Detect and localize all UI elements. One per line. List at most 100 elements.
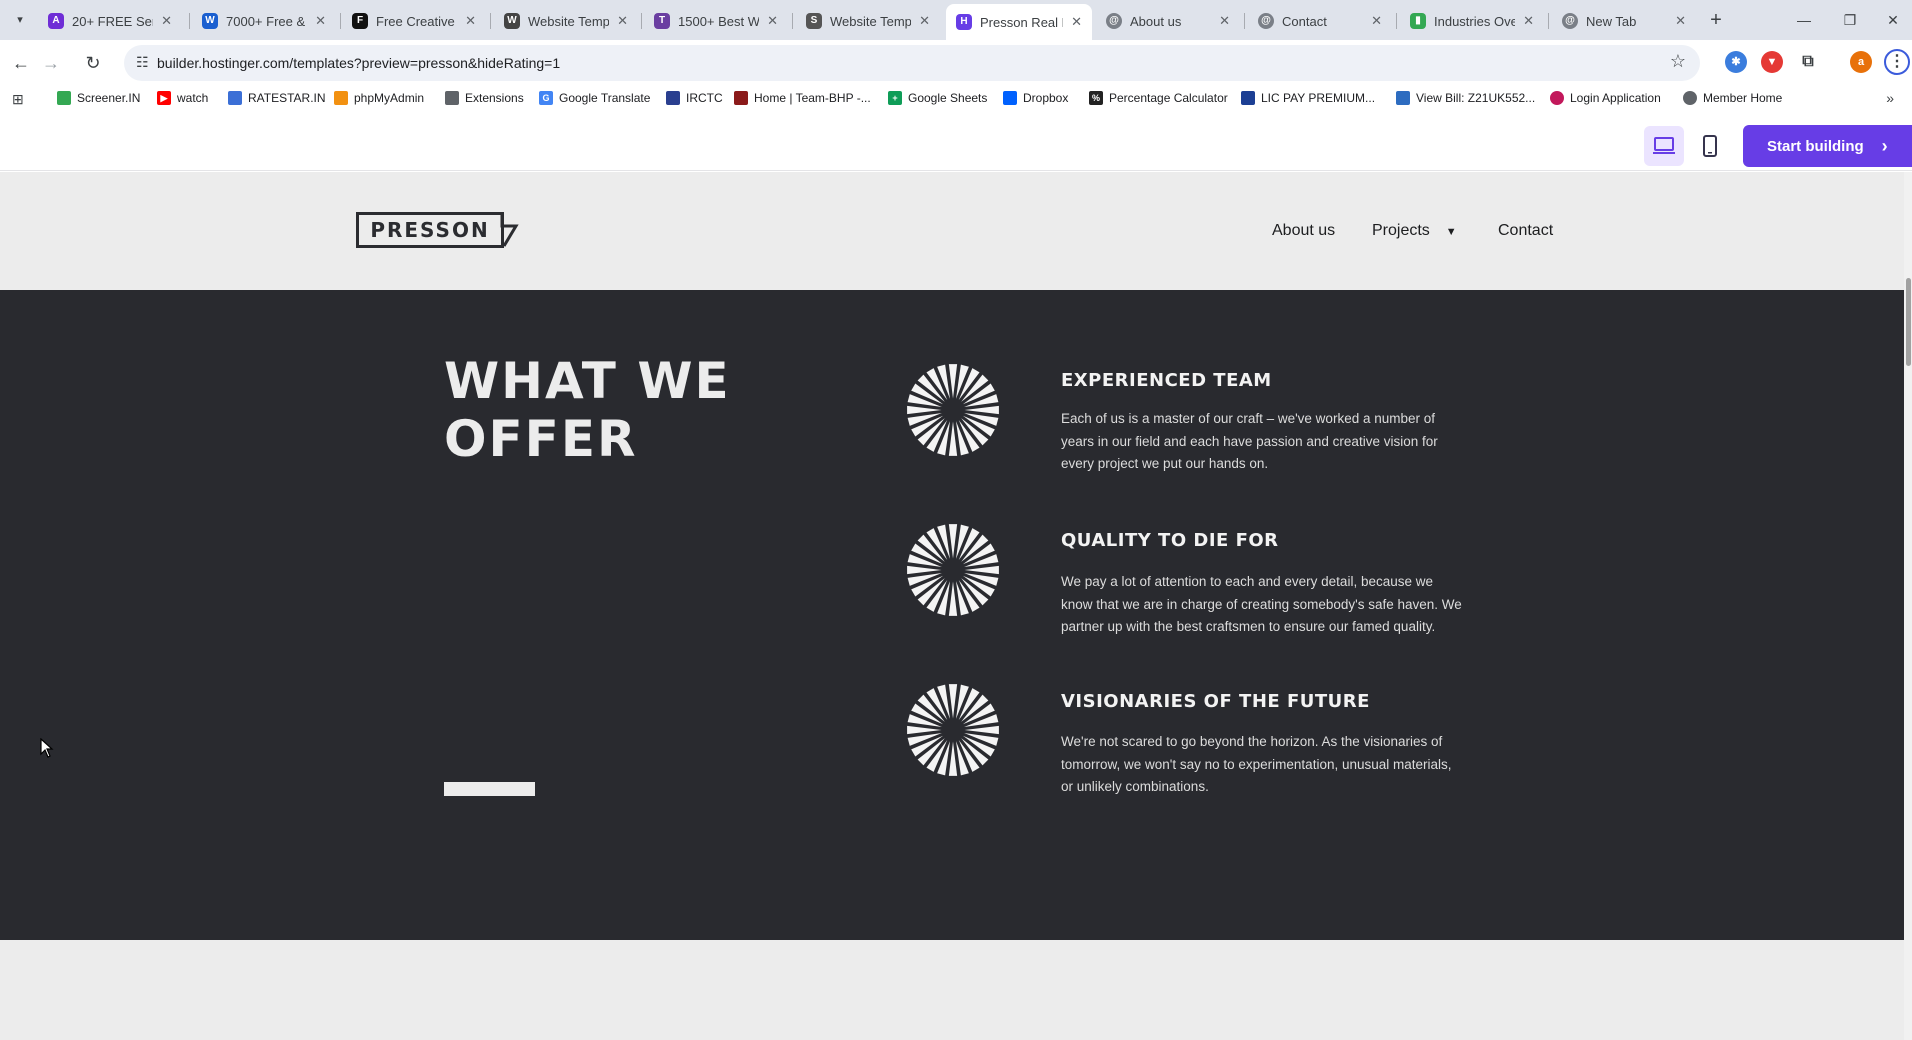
- decorative-bar: [444, 782, 535, 796]
- bookmark-item[interactable]: RATESTAR.IN: [228, 91, 326, 105]
- url-text[interactable]: builder.hostinger.com/templates?preview=…: [157, 55, 560, 71]
- address-bar[interactable]: ☷ builder.hostinger.com/templates?previe…: [124, 45, 1700, 81]
- tab[interactable]: S Website Templ ✕: [796, 6, 940, 36]
- browser-toolbar: ← → ↻ ☷ builder.hostinger.com/templates?…: [0, 40, 1912, 86]
- nav-projects[interactable]: Projects ▼: [1372, 222, 1457, 240]
- bookmark-icon: [734, 91, 748, 105]
- bookmark-icon: [1396, 91, 1410, 105]
- bookmark-item[interactable]: IRCTC: [666, 91, 723, 105]
- bookmark-item[interactable]: Member Home: [1683, 91, 1782, 105]
- tab[interactable]: W Website Templ ✕: [494, 6, 638, 36]
- tab-favicon-icon: A: [48, 13, 64, 29]
- shield-extension-icon[interactable]: ▼: [1761, 51, 1783, 73]
- close-icon[interactable]: ✕: [1371, 13, 1382, 29]
- preview-toolbar: Start building ›: [0, 114, 1912, 171]
- tab[interactable]: @ New Tab ✕: [1552, 6, 1696, 36]
- feature-title: QUALITY TO DIE FOR: [1061, 530, 1279, 551]
- bookmark-item[interactable]: G Google Translate: [539, 91, 650, 105]
- restore-icon[interactable]: ❐: [1835, 8, 1865, 32]
- globe-icon: @: [1258, 13, 1274, 29]
- tab[interactable]: @ About us ✕: [1096, 6, 1240, 36]
- scrollbar-thumb[interactable]: [1906, 278, 1911, 366]
- tab-title: 7000+ Free & F: [226, 13, 307, 29]
- tab-title: 20+ FREE Servi: [72, 13, 153, 29]
- bookmarks-overflow-icon[interactable]: »: [1886, 90, 1894, 106]
- bookmark-item[interactable]: % Percentage Calculator: [1089, 91, 1228, 105]
- bookmark-icon: [57, 91, 71, 105]
- feature-text: We pay a lot of attention to each and ev…: [1061, 574, 1462, 634]
- close-icon[interactable]: ✕: [315, 13, 326, 29]
- tab[interactable]: @ Contact ✕: [1248, 6, 1392, 36]
- feature-title: VISIONARIES OF THE FUTURE: [1061, 691, 1370, 712]
- mobile-view-button[interactable]: [1690, 126, 1730, 166]
- tab[interactable]: A 20+ FREE Servi ✕: [38, 6, 182, 36]
- start-building-label: Start building: [1767, 137, 1864, 155]
- bookmark-item[interactable]: Screener.IN: [57, 91, 140, 105]
- close-icon[interactable]: ✕: [1675, 13, 1686, 29]
- nav-contact[interactable]: Contact: [1498, 222, 1553, 240]
- presson-logo[interactable]: PRESSON: [356, 212, 519, 250]
- tab-title: Free Creative W: [376, 13, 457, 29]
- extensions-puzzle-icon[interactable]: ⧉: [1797, 51, 1819, 73]
- nav-projects-label: Projects: [1372, 222, 1430, 239]
- desktop-icon: [1653, 137, 1675, 154]
- tab-favicon-icon: W: [202, 13, 218, 29]
- close-icon[interactable]: ✕: [1523, 13, 1534, 29]
- translate-icon: G: [539, 91, 553, 105]
- tab-favicon-icon: S: [806, 13, 822, 29]
- tab-title: Contact: [1282, 13, 1327, 29]
- reload-icon[interactable]: ↻: [80, 50, 106, 76]
- close-icon[interactable]: ✕: [1071, 14, 1082, 30]
- bookmark-item[interactable]: View Bill: Z21UK552...: [1396, 91, 1535, 105]
- minimize-icon[interactable]: —: [1789, 8, 1819, 32]
- close-icon[interactable]: ✕: [767, 13, 778, 29]
- bookmark-item[interactable]: Dropbox: [1003, 91, 1068, 105]
- hostinger-favicon-icon: H: [956, 14, 972, 30]
- close-icon[interactable]: ✕: [919, 13, 930, 29]
- window-close-icon[interactable]: ✕: [1878, 8, 1908, 32]
- apps-grid-icon[interactable]: ⊞: [12, 91, 24, 108]
- menu-kebab-icon[interactable]: ⋮: [1884, 49, 1910, 75]
- bookmark-item[interactable]: Home | Team-BHP -...: [734, 91, 871, 105]
- profile-avatar[interactable]: a: [1850, 51, 1872, 73]
- close-icon[interactable]: ✕: [1219, 13, 1230, 29]
- bookmark-star-icon[interactable]: ☆: [1670, 51, 1686, 72]
- globe-icon: @: [1106, 13, 1122, 29]
- bookmark-item[interactable]: + Google Sheets: [888, 91, 987, 105]
- site-header: PRESSON About us Projects ▼ Contact: [0, 172, 1904, 290]
- bookmark-item[interactable]: Extensions: [445, 91, 524, 105]
- desktop-view-button[interactable]: [1644, 126, 1684, 166]
- back-icon[interactable]: ←: [8, 50, 34, 76]
- bookmark-item[interactable]: Login Application: [1550, 91, 1661, 105]
- site-info-icon[interactable]: ☷: [136, 54, 149, 71]
- tab-title: About us: [1130, 13, 1182, 29]
- bookmark-item[interactable]: LIC PAY PREMIUM...: [1241, 91, 1375, 105]
- tab-active[interactable]: H Presson Real E ✕: [946, 4, 1092, 40]
- forward-icon[interactable]: →: [38, 50, 64, 76]
- tab-search-icon[interactable]: ▾: [8, 8, 32, 32]
- template-preview: PRESSON About us Projects ▼ Contact WHAT …: [0, 172, 1904, 1040]
- section-title: WHAT WE OFFER: [444, 352, 731, 468]
- tab[interactable]: ▮ Industries Over ✕: [1400, 6, 1544, 36]
- bookmarks-bar: ⊞ Screener.IN ▶ watch RATESTAR.IN phpMyAd…: [0, 86, 1912, 114]
- globe-icon: [1683, 91, 1697, 105]
- extension-icon[interactable]: ✱: [1725, 51, 1747, 73]
- mouse-cursor-icon: [40, 738, 54, 758]
- close-icon[interactable]: ✕: [617, 13, 628, 29]
- tab-favicon-icon: F: [352, 13, 368, 29]
- tab-title: Website Templ: [528, 13, 610, 29]
- tab[interactable]: W 7000+ Free & F ✕: [192, 6, 336, 36]
- bookmark-item[interactable]: phpMyAdmin: [334, 91, 424, 105]
- start-building-button[interactable]: Start building ›: [1743, 125, 1912, 167]
- tab-title: Industries Over: [1434, 13, 1516, 29]
- nav-about[interactable]: About us: [1272, 222, 1335, 240]
- close-icon[interactable]: ✕: [465, 13, 476, 29]
- feature-title: EXPERIENCED TEAM: [1061, 370, 1272, 391]
- tab[interactable]: F Free Creative W ✕: [342, 6, 486, 36]
- starburst-icon: [907, 684, 999, 776]
- new-tab-button[interactable]: +: [1704, 9, 1728, 33]
- dropbox-icon: [1003, 91, 1017, 105]
- tab[interactable]: T 1500+ Best We ✕: [644, 6, 788, 36]
- bookmark-item[interactable]: ▶ watch: [157, 91, 208, 105]
- close-icon[interactable]: ✕: [161, 13, 172, 29]
